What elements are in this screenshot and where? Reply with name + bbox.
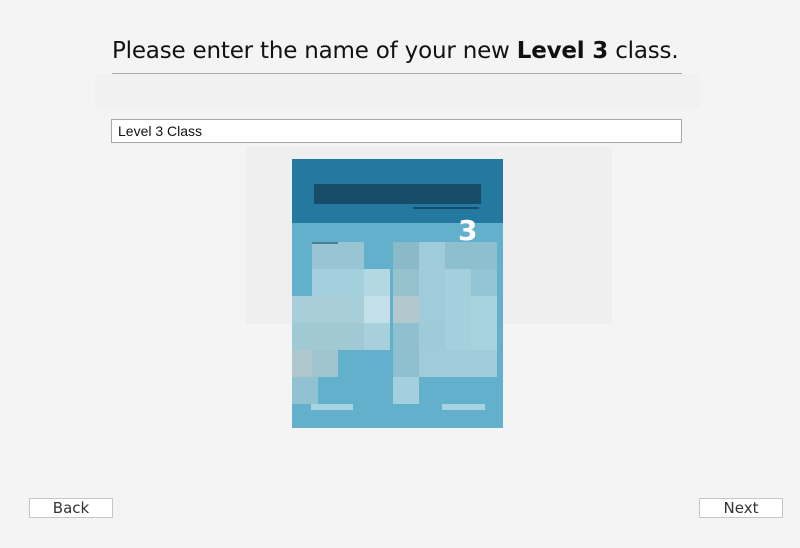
cover-tile — [419, 269, 445, 296]
class-cover-preview: 3 — [292, 159, 503, 428]
back-button[interactable]: Back — [29, 498, 113, 518]
cover-tile — [312, 350, 338, 377]
cover-tile — [393, 377, 419, 404]
cover-tile — [419, 350, 445, 377]
next-button[interactable]: Next — [699, 498, 783, 518]
cover-footer-placeholder — [311, 404, 353, 410]
cover-tile — [312, 296, 338, 323]
cover-tile — [471, 242, 497, 269]
class-name-input[interactable] — [111, 119, 682, 143]
cover-tile — [445, 269, 471, 296]
cover-tile — [419, 296, 445, 323]
cover-tile — [364, 296, 390, 323]
cover-tile — [445, 350, 471, 377]
page-title: Please enter the name of your new Level … — [112, 38, 682, 72]
cover-tile — [471, 350, 497, 377]
cover-title-placeholder — [314, 184, 481, 204]
cover-tile — [419, 242, 445, 269]
cover-tile — [338, 242, 364, 269]
cover-tile — [393, 242, 419, 269]
cover-tile — [419, 323, 445, 350]
cover-tile — [364, 323, 390, 350]
cover-tile — [471, 323, 497, 350]
cover-tile — [312, 323, 338, 350]
title-divider — [112, 73, 682, 74]
cover-tile — [338, 269, 364, 296]
cover-footer-placeholder — [442, 404, 485, 410]
cover-tile — [292, 377, 318, 404]
cover-tile — [364, 269, 390, 296]
cover-tile — [338, 296, 364, 323]
cover-subtitle-placeholder — [413, 207, 479, 209]
cover-tile — [312, 242, 338, 271]
cover-tile — [393, 269, 419, 296]
cover-tile — [312, 269, 338, 296]
cover-tile — [393, 350, 419, 377]
cover-tile — [445, 323, 471, 350]
cover-tile — [338, 323, 364, 350]
cover-tile — [471, 296, 497, 323]
cover-tile — [445, 242, 471, 269]
title-prefix: Please enter the name of your new — [112, 38, 517, 64]
cover-tile — [393, 296, 419, 323]
cover-tile — [471, 269, 497, 296]
cover-tile — [393, 323, 419, 350]
cover-tile — [445, 296, 471, 323]
title-suffix: class. — [608, 38, 679, 64]
title-level: Level 3 — [516, 38, 609, 64]
header-shadow — [95, 74, 700, 108]
